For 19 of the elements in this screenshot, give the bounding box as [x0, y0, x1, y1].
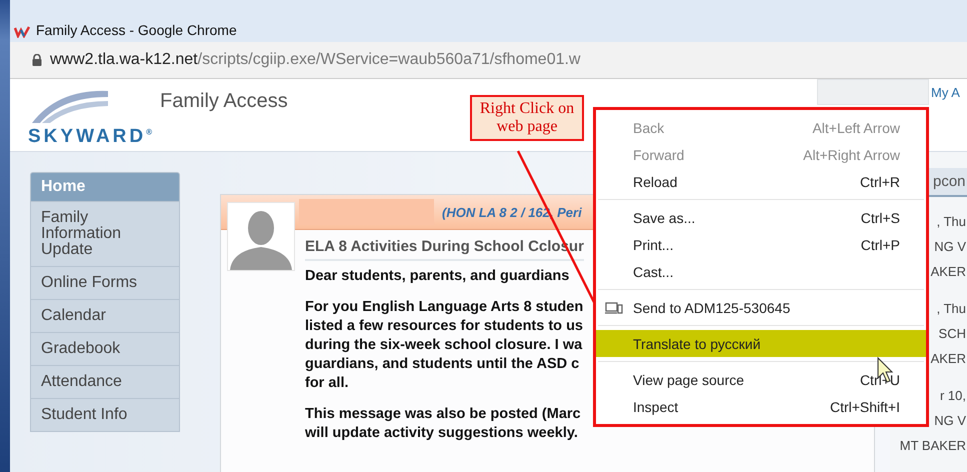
message-text: guardians, and students until the ASD c [305, 355, 580, 374]
app-title: Family Access [160, 89, 288, 113]
message-text: for all. [305, 374, 350, 393]
message-text: This message was also be posted (Marc [305, 405, 582, 424]
event-text: MT BAKER [898, 437, 967, 455]
event-text: AKER [930, 263, 967, 281]
window-title: Family Access - Google Chrome [36, 22, 237, 38]
url-text: www2.tla.wa-k12.net/scripts/cgiip.exe/WService=waub560a71/sfhome01.w [50, 51, 580, 69]
callout-label: Right Click on web page [470, 95, 584, 141]
logo-text: SKYWARD$^{®}$ [28, 125, 156, 149]
message-text: will update activity suggestions weekly. [305, 424, 579, 443]
event-text: , Thu [936, 300, 967, 318]
message-text: Dear students, parents, and guardians [305, 267, 570, 286]
message-text: listed a few resources for students to us [305, 317, 584, 336]
message-text: during the six-week school closure. I wa [305, 336, 584, 355]
event-text: AKER [930, 350, 967, 368]
event-text: SCH [938, 325, 967, 343]
event-text: NG V [933, 412, 967, 430]
message-text: For you English Language Arts 8 studen [305, 298, 584, 317]
